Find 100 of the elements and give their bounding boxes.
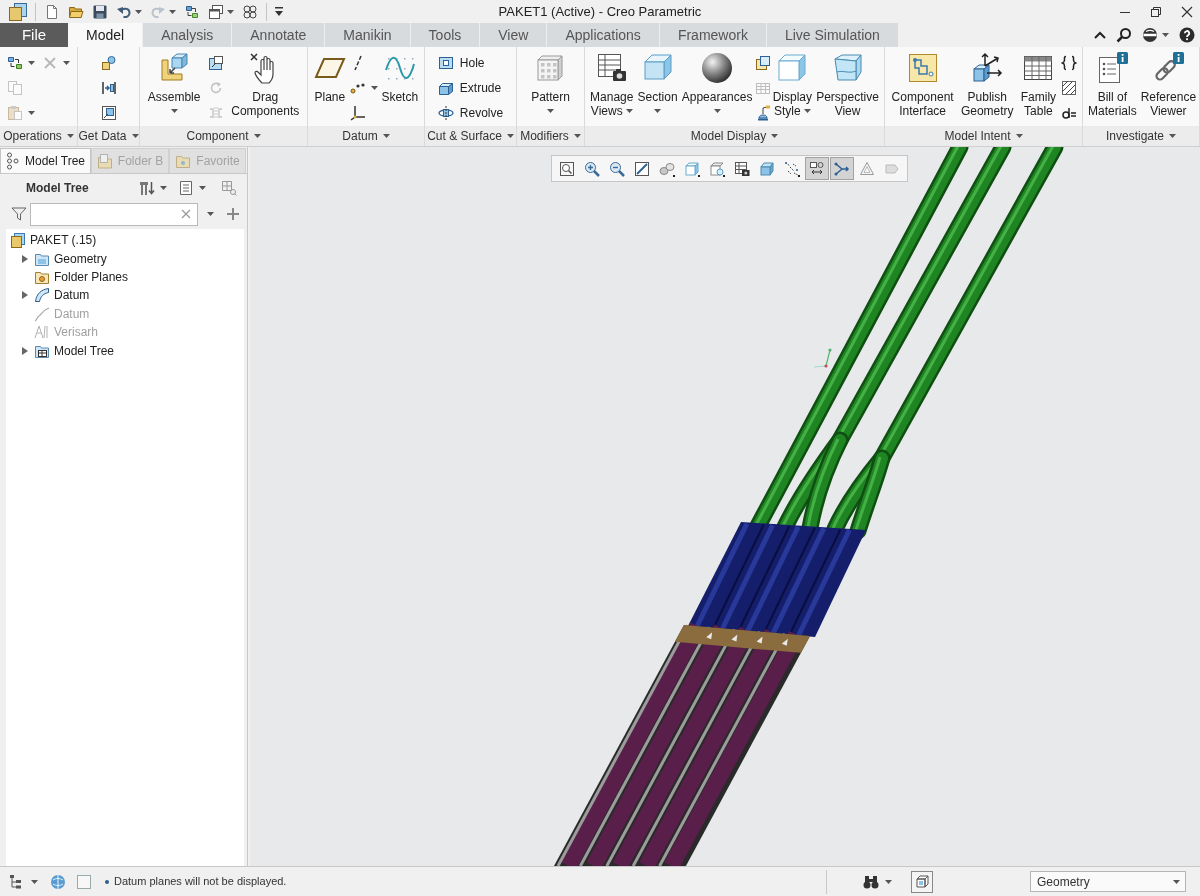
ribbon-tab[interactable]: Framework (658, 23, 766, 47)
document-icon[interactable] (178, 179, 194, 196)
add-icon[interactable] (227, 208, 239, 220)
group-label[interactable]: Get Data (78, 127, 139, 145)
ribbon-button[interactable]: Pattern (529, 49, 572, 113)
help-icon[interactable] (1179, 27, 1195, 43)
ribbon-button[interactable]: Family Table (1018, 49, 1059, 118)
revolve-icon (437, 104, 454, 121)
ribbon-tab[interactable]: Annotate (231, 23, 325, 47)
three-circles-icon (6, 152, 20, 170)
caret-icon[interactable] (31, 879, 38, 884)
tool-button[interactable] (6, 54, 35, 71)
globe-icon[interactable] (1142, 27, 1158, 43)
tree-item[interactable]: Datum (18, 286, 244, 305)
toolbar-button[interactable] (184, 3, 200, 20)
expand-arrow-icon[interactable] (21, 253, 29, 264)
group-label[interactable]: Cut & Surface (427, 127, 514, 145)
ribbon-button[interactable]: Assemble (145, 49, 203, 113)
chevron-up-icon[interactable] (1094, 31, 1106, 39)
tree-item[interactable]: Geometry (18, 249, 244, 268)
ribbon-tab[interactable]: Live Simulation (765, 23, 898, 47)
ribbon-tab[interactable]: Tools (409, 23, 480, 47)
caret-icon (803, 108, 811, 113)
chain-info-icon (1152, 52, 1185, 84)
save-icon (92, 3, 108, 20)
ribbon-button[interactable]: Manage Views (588, 49, 636, 118)
filter-field[interactable] (30, 202, 198, 226)
ribbon-button[interactable]: Display Style (770, 49, 815, 118)
tree-item[interactable]: PAKET (.15) (10, 231, 244, 250)
tool-button[interactable] (754, 54, 771, 71)
cube-outline-icon[interactable] (911, 870, 933, 893)
ribbon-button[interactable]: Component Interface (889, 49, 956, 118)
caret-icon[interactable] (1162, 33, 1169, 37)
ribbon-button[interactable]: Section (635, 49, 680, 113)
tree-item[interactable]: Folder Planes (18, 267, 244, 287)
delete-icon (42, 54, 59, 71)
ribbon-button[interactable]: Plane (311, 49, 348, 104)
tree-item[interactable]: Model Tree (18, 341, 244, 360)
toolbar-button[interactable] (208, 3, 234, 20)
copy-icon (6, 79, 23, 96)
panel-tab[interactable]: Model Tree (0, 148, 91, 173)
ribbon-tab[interactable]: Model (68, 23, 143, 47)
interface-diagram-icon (906, 52, 939, 84)
caret-icon (625, 108, 633, 113)
binoculars-icon[interactable] (863, 873, 879, 890)
curved-surface-icon (34, 287, 50, 304)
triangle-outline-icon (859, 160, 875, 177)
caret-icon[interactable] (207, 212, 214, 216)
app-icon[interactable] (9, 2, 27, 21)
caret-icon[interactable] (160, 185, 167, 190)
filter-icon[interactable] (11, 206, 27, 222)
regenerate-icon (6, 54, 23, 71)
ribbon-button[interactable]: Publish Geometry (958, 49, 1016, 118)
ribbon-tab[interactable]: Analysis (142, 23, 232, 47)
caret-icon[interactable] (199, 185, 206, 190)
tool-button[interactable] (1061, 54, 1078, 71)
tool-button[interactable] (1061, 79, 1078, 96)
ribbon-button[interactable]: Bill of Materials (1086, 49, 1139, 118)
branch-arrow-icon (834, 160, 850, 177)
ribbon-tool[interactable]: Revolve (437, 103, 504, 122)
bracket-cube-icon (158, 52, 191, 84)
ribbon-tab[interactable]: Manikin (324, 23, 410, 47)
customize-icon[interactable] (275, 7, 283, 16)
panel-title: Model Tree (26, 179, 89, 197)
ribbon-tool[interactable]: Extrude (437, 78, 502, 97)
selection-filter[interactable]: Geometry (1030, 871, 1186, 892)
expand-arrow-icon[interactable] (21, 345, 29, 356)
toolbar-button[interactable] (92, 3, 108, 20)
scattered-arrows-icon (784, 160, 800, 177)
clear-icon[interactable] (181, 209, 191, 219)
toolbar-button[interactable] (44, 3, 60, 20)
ribbon-button[interactable]: Reference Viewer (1138, 49, 1199, 118)
toolbar-button[interactable] (242, 3, 258, 20)
framed-square-icon (100, 104, 117, 121)
tools-arrow-icon[interactable] (139, 179, 155, 196)
ribbon-button[interactable]: Drag Components (229, 49, 302, 118)
ribbon-tab[interactable]: File (0, 23, 68, 47)
zoom-in-icon (584, 160, 600, 177)
restore-icon[interactable] (1150, 5, 1162, 18)
view-tool[interactable] (805, 157, 829, 180)
caret-icon[interactable] (885, 879, 892, 884)
striped-globe-icon[interactable] (50, 873, 66, 890)
ribbon-button[interactable]: Sketch (379, 49, 421, 104)
braces-icon (1061, 54, 1078, 71)
bullet-icon (105, 879, 109, 884)
tool-button[interactable] (100, 79, 117, 96)
close-icon[interactable] (1181, 5, 1193, 18)
tool-button[interactable] (207, 54, 224, 71)
search-icon[interactable] (1116, 27, 1132, 43)
ribbon-button[interactable]: Appearances (679, 49, 755, 113)
ribbon-tab[interactable]: View (479, 23, 547, 47)
table-camera-icon (595, 52, 628, 84)
expand-arrow-icon[interactable] (21, 290, 29, 301)
ribbon-tab[interactable]: Applications (546, 23, 659, 47)
ribbon-tool[interactable]: Hole (437, 53, 485, 72)
sphere-icon (701, 52, 734, 84)
caret-icon (771, 134, 779, 138)
ribbon-button[interactable]: Perspective View (814, 49, 881, 118)
new-file-icon (44, 3, 60, 20)
tool-button[interactable] (100, 104, 117, 121)
